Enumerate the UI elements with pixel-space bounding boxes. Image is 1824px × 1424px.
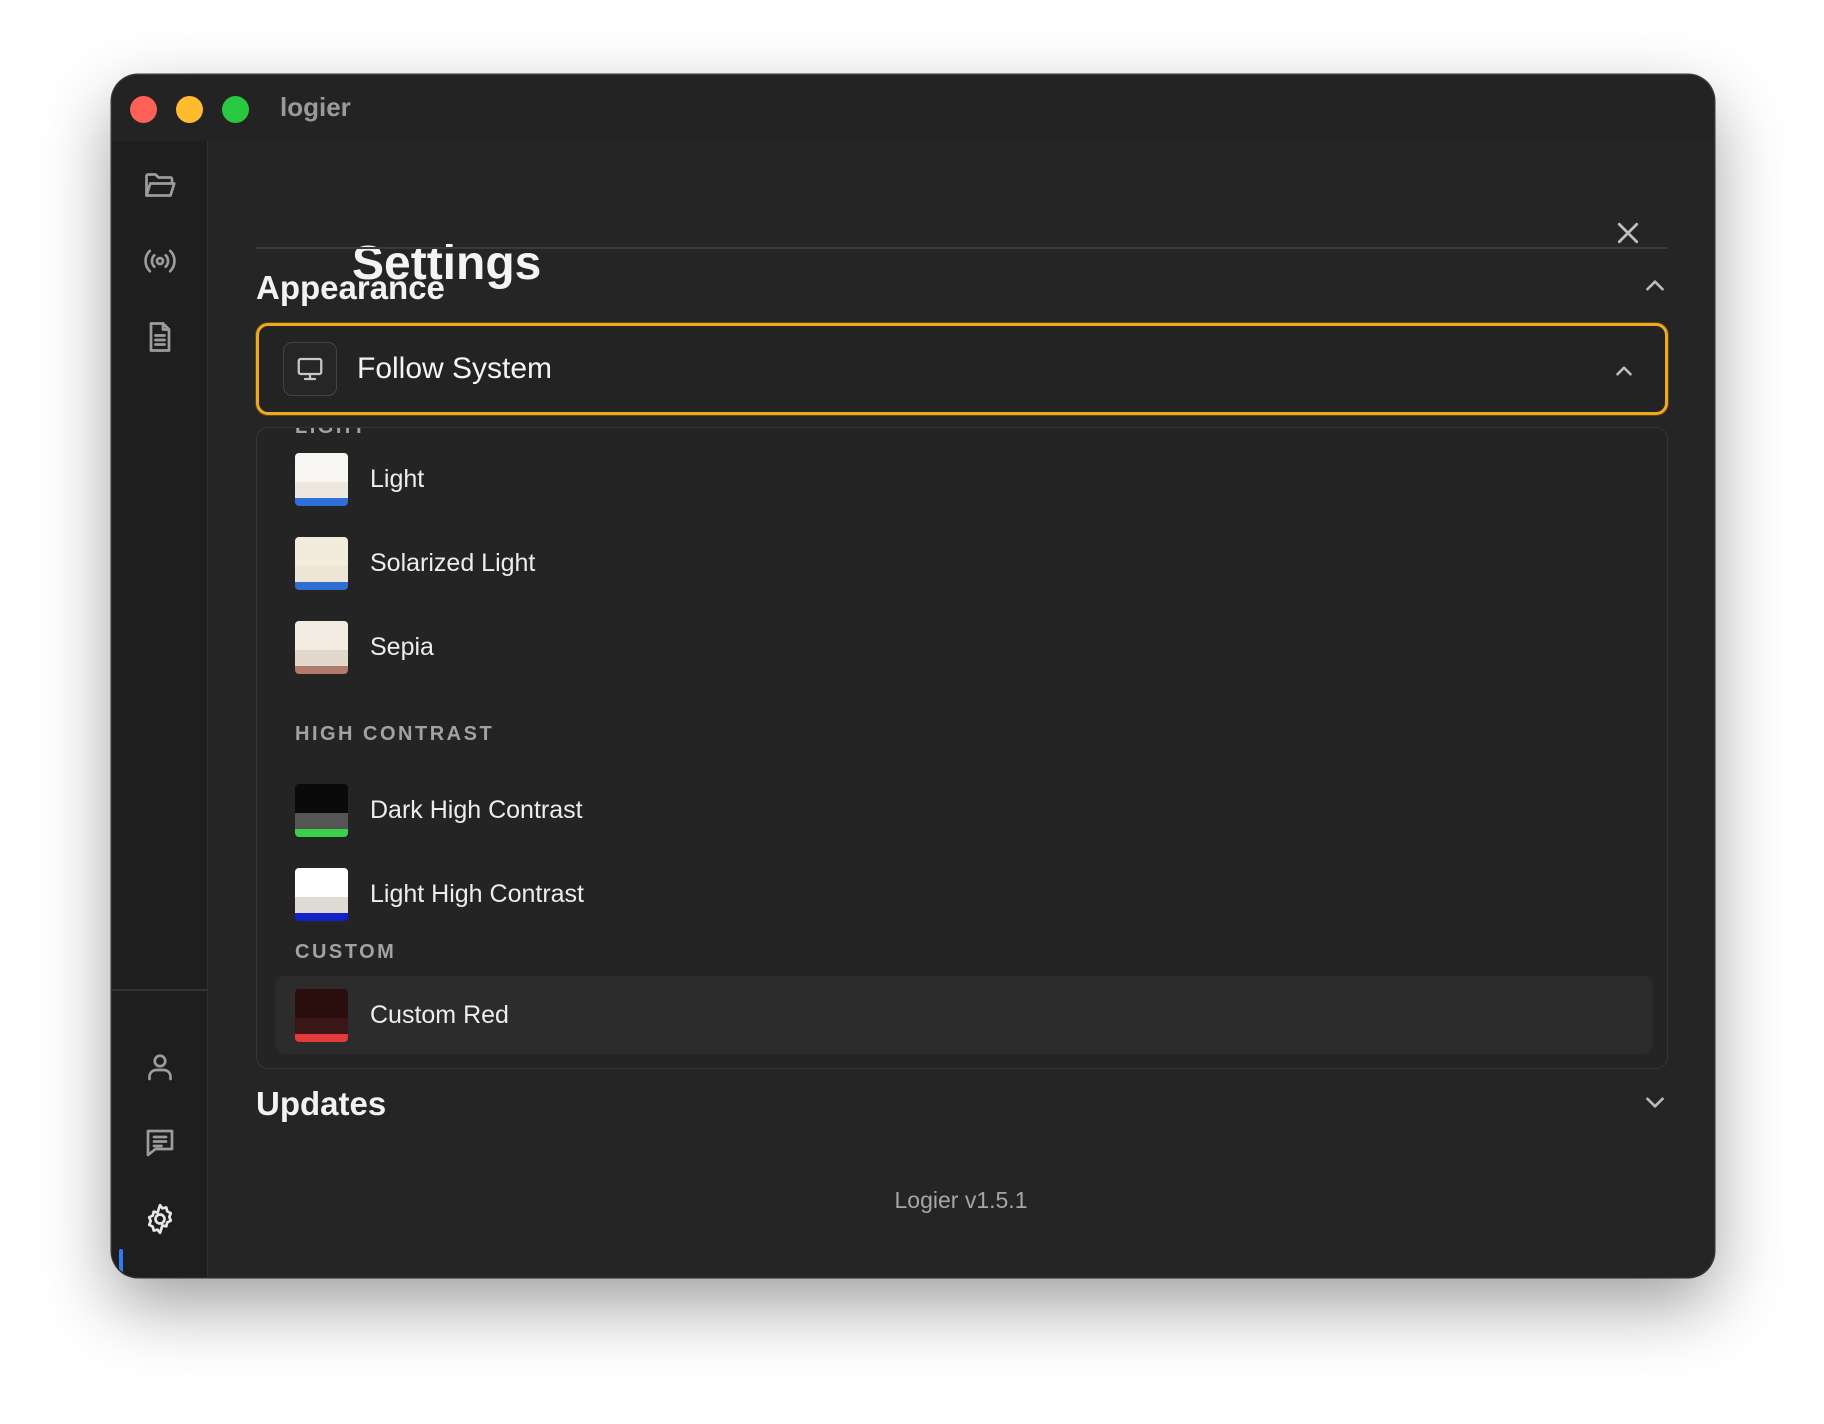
theme-swatch: [295, 536, 348, 590]
theme-swatch: [295, 452, 348, 506]
sidebar-item-files[interactable]: [132, 157, 188, 213]
group-label-high-contrast: HIGH CONTRAST: [295, 723, 495, 745]
theme-option-sepia[interactable]: Sepia: [275, 608, 1653, 686]
theme-select[interactable]: Follow System: [256, 323, 1668, 415]
close-icon: [1617, 222, 1639, 244]
theme-swatch: [295, 988, 348, 1042]
theme-swatch: [295, 867, 348, 921]
title-bar: logier: [112, 75, 1714, 141]
theme-option-label: Custom Red: [370, 1000, 509, 1029]
group-label-light: LIGHT: [295, 427, 368, 438]
active-indicator: [119, 1249, 123, 1277]
theme-option-light-high-contrast[interactable]: Light High Contrast: [275, 855, 1653, 933]
theme-option-label: Dark High Contrast: [370, 795, 583, 824]
user-icon: [148, 1054, 172, 1081]
folder-open-icon: [145, 173, 176, 197]
app-title: logier: [280, 92, 351, 122]
sidebar-item-settings[interactable]: [132, 1191, 188, 1247]
chevron-up-icon: [1642, 273, 1668, 304]
sidebar-item-logs[interactable]: [132, 309, 188, 365]
app-window: logier Settings Appearance Follow System…: [112, 75, 1714, 1277]
document-icon: [149, 322, 171, 352]
theme-select-value: Follow System: [357, 352, 553, 385]
theme-swatch: [295, 783, 348, 837]
minimize-window-button[interactable]: [176, 96, 203, 123]
theme-option-custom-red[interactable]: Custom Red: [275, 976, 1653, 1054]
appearance-section-header[interactable]: Appearance: [256, 263, 1668, 313]
close-window-button[interactable]: [130, 96, 157, 123]
monitor-icon: [283, 342, 337, 396]
section-title-appearance: Appearance: [256, 269, 445, 306]
version-label: Logier v1.5.1: [894, 1187, 1028, 1213]
theme-dropdown: LIGHT Light Solarized Light Sepia HIGH C…: [256, 427, 1668, 1069]
chat-icon: [146, 1129, 174, 1157]
chevron-down-icon: [1642, 1089, 1668, 1120]
zoom-window-button[interactable]: [222, 96, 249, 123]
sidebar: [112, 141, 208, 1277]
sidebar-item-account[interactable]: [132, 1039, 188, 1095]
theme-option-label: Sepia: [370, 632, 434, 661]
theme-option-solarized-light[interactable]: Solarized Light: [275, 524, 1653, 602]
sidebar-item-stream[interactable]: [132, 233, 188, 289]
gear-icon: [147, 1203, 173, 1235]
broadcast-icon: [144, 249, 176, 273]
sidebar-divider: [112, 989, 207, 991]
updates-section-header[interactable]: Updates: [256, 1079, 1668, 1129]
theme-option-dark-high-contrast[interactable]: Dark High Contrast: [275, 771, 1653, 849]
group-label-custom: CUSTOM: [295, 941, 397, 963]
theme-option-label: Solarized Light: [370, 548, 536, 577]
theme-swatch: [295, 620, 348, 674]
section-title-updates: Updates: [256, 1085, 387, 1122]
chevron-up-icon: [1611, 358, 1637, 389]
sidebar-item-feedback[interactable]: [132, 1115, 188, 1171]
divider: [256, 247, 1668, 249]
theme-option-light[interactable]: Light: [275, 440, 1653, 518]
theme-option-label: Light: [370, 464, 425, 493]
theme-option-label: Light High Contrast: [370, 879, 585, 908]
